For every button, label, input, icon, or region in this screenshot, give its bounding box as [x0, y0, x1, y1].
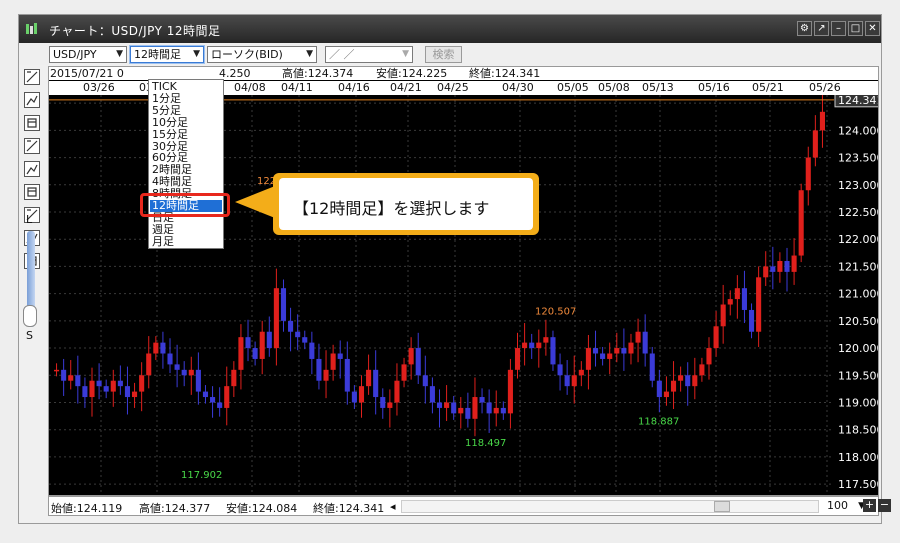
timeframe-option[interactable]: 5分足: [152, 104, 181, 117]
y-tick-label: 118.000: [838, 451, 878, 464]
date-value: ／ ／: [329, 48, 355, 61]
price-annotation: 117.902: [181, 470, 222, 481]
x-tick-label: 05/13: [642, 81, 674, 94]
info-date: 2015/07/21 0: [50, 67, 124, 80]
bar-chart-icon[interactable]: [24, 161, 40, 177]
x-tick-label: 05/21: [752, 81, 784, 94]
zoom-out-button[interactable]: −: [878, 499, 891, 512]
chevron-down-icon: ▼: [193, 49, 200, 59]
x-tick-label: 04/08: [234, 81, 266, 94]
search-button[interactable]: 検索: [425, 46, 462, 63]
x-tick-label: 05/16: [698, 81, 730, 94]
zoom-in-button[interactable]: +: [863, 499, 876, 512]
y-tick-label: 121.500: [838, 260, 878, 273]
currency-pair-select[interactable]: USD/JPY ▼: [49, 46, 127, 63]
timeframe-option[interactable]: 10分足: [152, 116, 188, 129]
app-icon: [26, 23, 37, 34]
price-annotation: 120.507: [535, 306, 576, 317]
y-tick-label: 123.500: [838, 152, 878, 165]
scroll-left-icon[interactable]: ◂: [390, 500, 396, 513]
chevron-down-icon: ▼: [402, 49, 409, 59]
timeframe-select[interactable]: 12時間足 ▼: [130, 46, 204, 63]
cursor-icon[interactable]: [24, 69, 40, 85]
x-tick-label: 04/25: [437, 81, 469, 94]
price-annotation: 118.497: [465, 438, 506, 449]
y-tick-label: 119.000: [838, 396, 878, 409]
y-tick-label: 120.000: [838, 342, 878, 355]
chevron-down-icon: ▼: [116, 49, 123, 59]
bottom-low: 安値:124.084: [226, 502, 298, 515]
x-tick-label: 03/26: [83, 81, 115, 94]
chart-type-select[interactable]: ローソク(BID) ▼: [207, 46, 317, 63]
maximize-icon[interactable]: □: [848, 21, 863, 36]
x-tick-label: 04/16: [338, 81, 370, 94]
y-tick-label: 121.000: [838, 288, 878, 301]
x-tick-label: 05/05: [557, 81, 589, 94]
y-tick-label: 124.000: [838, 124, 878, 137]
toolbar: USD/JPY ▼ 12時間足 ▼ ローソク(BID) ▼ ／ ／ ▼ 検索: [19, 43, 881, 65]
display-count-select[interactable]: 100 ▼: [823, 499, 867, 514]
zoom-slider-handle[interactable]: [23, 305, 37, 327]
y-tick-label: 118.500: [838, 424, 878, 437]
timeframe-option[interactable]: 月足: [152, 235, 174, 248]
timeframe-option[interactable]: 15分足: [152, 128, 188, 141]
x-tick-label: 04/11: [281, 81, 313, 94]
timeframe-dropdown: TICK 1分足 5分足 10分足 15分足 30分足 60分足 2時間足 4時間足 8時間足 12…: [148, 79, 224, 249]
y-tick-label: 122.000: [838, 233, 878, 246]
minimize-icon[interactable]: –: [831, 21, 846, 36]
window-icon[interactable]: [24, 184, 40, 200]
chart-window: チャート：USD/JPY 12時間足 ⚙ ↗ – □ ✕ USD/JPY ▼ 12…: [18, 14, 891, 524]
x-tick-label: 04/30: [502, 81, 534, 94]
zoom-small-label: S: [26, 329, 33, 342]
y-tick-label: 123.000: [838, 179, 878, 192]
timeframe-option[interactable]: 週足: [152, 223, 174, 236]
timeframe-value: 12時間足: [134, 48, 181, 61]
info-high: 高値:124.374: [282, 67, 354, 80]
x-tick-label: 05/26: [809, 81, 841, 94]
bottom-close: 終値:124.341: [313, 502, 385, 515]
indicator-icon[interactable]: [24, 115, 40, 131]
info-low: 安値:124.225: [376, 67, 448, 80]
y-tick-label: 117.500: [838, 478, 878, 491]
scrollbar-thumb[interactable]: [714, 501, 730, 512]
candle: [798, 183, 804, 263]
title-bar: チャート：USD/JPY 12時間足 ⚙ ↗ – □ ✕: [19, 15, 881, 43]
popout-icon[interactable]: ↗: [814, 21, 829, 36]
callout-text: 【12時間足】を選択します: [293, 199, 490, 218]
y-tick-label: 120.500: [838, 315, 878, 328]
y-axis: 124.500124.000123.500123.000122.500122.0…: [834, 95, 878, 495]
bottom-high: 高値:124.377: [139, 502, 211, 515]
window-title: チャート：USD/JPY 12時間足: [49, 24, 221, 38]
x-tick-label: 05/08: [598, 81, 630, 94]
current-price-label: 124.341: [838, 95, 878, 107]
currency-pair-value: USD/JPY: [53, 48, 97, 61]
y-tick-label: 119.500: [838, 369, 878, 382]
gear-icon[interactable]: ⚙: [797, 21, 812, 36]
chevron-down-icon: ▼: [306, 49, 313, 59]
bottom-bar: 始値:124.119 高値:124.377 安値:124.084 終値:124.…: [48, 496, 891, 516]
price-annotation: 118.887: [638, 417, 679, 428]
y-tick-label: 122.500: [838, 206, 878, 219]
trend-icon[interactable]: [24, 138, 40, 154]
date-select[interactable]: ／ ／ ▼: [325, 46, 413, 63]
horizontal-scrollbar[interactable]: [401, 500, 819, 513]
x-tick-label: 04/21: [390, 81, 422, 94]
zoom-large-label: L: [26, 213, 33, 226]
line-icon[interactable]: [24, 92, 40, 108]
chart-type-value: ローソク(BID): [211, 48, 283, 61]
info-close: 終値:124.341: [469, 67, 541, 80]
close-icon[interactable]: ✕: [865, 21, 880, 36]
selection-highlight: [140, 193, 230, 217]
display-count-value: 100: [827, 499, 848, 512]
bottom-open: 始値:124.119: [51, 502, 123, 515]
